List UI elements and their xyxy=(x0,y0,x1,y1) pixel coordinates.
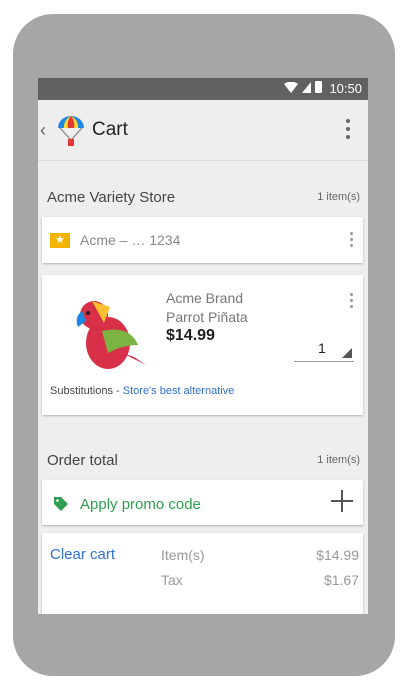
product-card: Acme Brand Parrot Piñata $14.99 1 Substi… xyxy=(42,275,363,415)
totals-label: Tax xyxy=(161,572,183,588)
parrot-pinata-image[interactable] xyxy=(64,287,152,375)
signal-icon xyxy=(302,81,311,93)
product-name-line1: Acme Brand xyxy=(166,290,244,306)
wifi-icon xyxy=(284,81,298,93)
app-bar: ‹ Cart xyxy=(38,100,368,161)
totals-row-tax: Tax $1.67 xyxy=(161,572,359,588)
substitutions-label: Substitutions - xyxy=(50,385,123,397)
screen: 10:50 ‹ Cart Acme Variety Store 1 item(s… xyxy=(38,78,368,614)
product-brand: Acme Brand Parrot Piñata xyxy=(166,289,248,327)
store-item-count: 1 item(s) xyxy=(317,191,360,203)
page-title: Cart xyxy=(92,119,128,140)
totals-label: Item(s) xyxy=(161,547,205,563)
quantity-select[interactable]: 1 xyxy=(294,335,354,362)
account-label: Acme – … 1234 xyxy=(80,232,181,248)
status-time: 10:50 xyxy=(329,81,362,96)
totals-row-items: Item(s) $14.99 xyxy=(161,547,359,563)
star-badge-icon: ★ xyxy=(50,233,70,248)
tag-icon xyxy=(54,497,68,511)
substitutions-row: Substitutions - Store's best alternative xyxy=(50,385,234,397)
clear-cart-link[interactable]: Clear cart xyxy=(50,546,115,563)
order-item-count: 1 item(s) xyxy=(317,454,360,466)
status-icons xyxy=(284,81,322,93)
totals-value: $14.99 xyxy=(316,547,359,563)
overflow-menu-icon[interactable] xyxy=(346,119,350,141)
product-price: $14.99 xyxy=(166,327,215,344)
plus-icon[interactable] xyxy=(331,490,353,512)
order-total-header: Order total 1 item(s) xyxy=(38,445,368,475)
substitutions-link[interactable]: Store's best alternative xyxy=(123,385,235,397)
back-icon[interactable]: ‹ xyxy=(40,120,46,141)
order-total-label: Order total xyxy=(47,452,118,469)
battery-icon xyxy=(315,81,322,93)
product-name-line2: Parrot Piñata xyxy=(166,309,248,325)
store-header: Acme Variety Store 1 item(s) xyxy=(38,182,368,212)
account-row[interactable]: ★ Acme – … 1234 xyxy=(42,217,363,263)
promo-label: Apply promo code xyxy=(80,496,201,513)
parachute-logo-icon[interactable] xyxy=(56,114,86,148)
store-name: Acme Variety Store xyxy=(47,189,176,206)
totals-value: $1.67 xyxy=(323,572,359,588)
promo-row[interactable]: Apply promo code xyxy=(42,480,363,525)
quantity-value: 1 xyxy=(318,340,326,356)
status-bar: 10:50 xyxy=(38,78,368,100)
dropdown-caret-icon xyxy=(342,348,352,358)
product-menu-icon[interactable] xyxy=(350,293,354,311)
totals-card: Clear cart Item(s) $14.99 Tax $1.67 xyxy=(42,533,363,614)
account-menu-icon[interactable] xyxy=(350,232,354,250)
